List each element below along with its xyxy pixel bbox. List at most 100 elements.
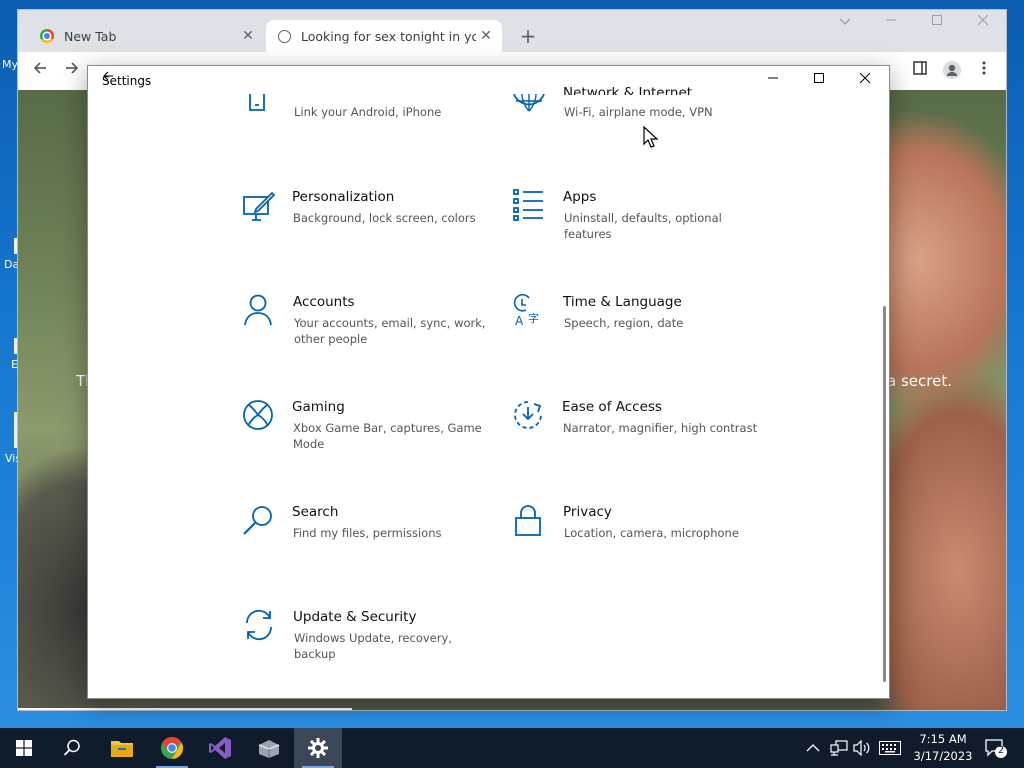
person-icon xyxy=(244,294,272,326)
network-button[interactable] xyxy=(830,728,848,768)
chevron-down-icon xyxy=(839,18,851,25)
tab-search-button[interactable] xyxy=(830,14,860,30)
close-icon xyxy=(977,14,989,26)
taskbar-search-button[interactable] xyxy=(48,728,96,768)
network-icon xyxy=(830,740,848,756)
settings-item-name: Accounts xyxy=(293,294,355,310)
chrome-icon xyxy=(40,29,54,43)
taskbar-file-explorer[interactable] xyxy=(98,728,146,768)
avatar-icon xyxy=(943,61,961,79)
maximize-icon xyxy=(814,73,824,83)
speaker-icon xyxy=(853,740,870,756)
tab-strip: New Tab ✕ Looking for sex tonight in you… xyxy=(18,10,1006,52)
tab-close-button[interactable]: ✕ xyxy=(238,28,258,44)
chevron-up-icon xyxy=(806,744,820,752)
tab-active[interactable]: Looking for sex tonight in your a ✕ xyxy=(266,20,502,52)
chrome-icon xyxy=(161,737,183,759)
personalization-icon xyxy=(243,191,276,221)
settings-item-name: Personalization xyxy=(292,189,395,205)
settings-item-desc: Xbox Game Bar, captures, Game Mode xyxy=(293,421,482,451)
settings-item-desc: Uninstall, defaults, optional features xyxy=(564,211,722,241)
settings-item-desc: Narrator, magnifier, high contrast xyxy=(563,421,758,435)
settings-item-name: Ease of Access xyxy=(562,399,662,415)
settings-scrollbar[interactable] xyxy=(883,306,886,682)
phone-icon xyxy=(249,94,265,111)
time-language-icon: A字 xyxy=(513,294,539,328)
taskbar-visual-studio[interactable] xyxy=(196,728,244,768)
taskbar-app[interactable] xyxy=(245,728,293,768)
clock-date: 3/17/2023 xyxy=(913,749,973,763)
settings-window: Link your Android, iPhone Network & Inte… xyxy=(87,65,890,699)
more-vertical-icon xyxy=(982,61,986,75)
maximize-icon xyxy=(932,15,942,25)
desktop-icon-label: Da xyxy=(4,258,20,271)
back-button[interactable] xyxy=(28,60,52,82)
globe-icon xyxy=(513,94,545,112)
taskbar-clock[interactable]: 7:15 AM 3/17/2023 xyxy=(905,731,981,765)
settings-item-desc: Windows Update, recovery, backup xyxy=(294,631,452,661)
desktop-icon-label: E xyxy=(11,358,18,371)
new-tab-button[interactable]: + xyxy=(516,24,540,48)
close-icon xyxy=(859,72,871,84)
xbox-icon xyxy=(243,400,273,430)
tab-title: Looking for sex tonight in your a xyxy=(301,28,476,44)
settings-item-desc: Find my files, permissions xyxy=(293,526,442,540)
minimize-icon xyxy=(886,19,896,21)
browser-menu-button[interactable] xyxy=(972,60,996,82)
visual-studio-icon xyxy=(209,737,231,759)
browser-close-button[interactable] xyxy=(968,14,998,30)
settings-minimize-button[interactable] xyxy=(753,72,793,92)
settings-item-desc: Link your Android, iPhone xyxy=(294,105,442,119)
tab-new-tab[interactable]: New Tab ✕ xyxy=(28,20,264,52)
action-center-button[interactable]: 2 xyxy=(984,736,1008,760)
settings-item-desc: Location, camera, microphone xyxy=(564,526,739,540)
settings-content: Link your Android, iPhone Network & Inte… xyxy=(88,66,889,698)
settings-item-desc: Your accounts, email, sync, work, other … xyxy=(294,316,486,346)
mouse-cursor-icon xyxy=(643,126,659,148)
volume-button[interactable] xyxy=(853,728,871,768)
profile-button[interactable] xyxy=(940,60,964,82)
settings-item-name: Apps xyxy=(563,189,597,205)
browser-minimize-button[interactable] xyxy=(876,14,906,30)
settings-item-name: Time & Language xyxy=(563,294,682,310)
package-icon xyxy=(258,740,280,758)
settings-item-desc: Background, lock screen, colors xyxy=(293,211,476,225)
settings-item-name: Search xyxy=(292,504,339,520)
svg-text:字: 字 xyxy=(528,311,539,325)
notification-count-badge: 2 xyxy=(997,745,1005,756)
clock-time: 7:15 AM xyxy=(919,732,967,746)
start-button[interactable] xyxy=(0,728,48,768)
keyboard-icon xyxy=(879,741,901,755)
page-text-right: a secret. xyxy=(887,372,952,390)
settings-window-title: Settings xyxy=(102,74,152,88)
taskbar-chrome[interactable] xyxy=(148,728,196,768)
arrow-left-icon xyxy=(33,62,46,74)
update-icon xyxy=(246,609,272,641)
settings-item-name: Gaming xyxy=(292,399,345,415)
settings-maximize-button[interactable] xyxy=(799,72,839,92)
settings-item-desc: Speech, region, date xyxy=(564,316,684,330)
arrow-right-icon xyxy=(66,62,79,74)
settings-close-button[interactable] xyxy=(845,72,885,92)
side-panel-button[interactable] xyxy=(908,60,932,82)
settings-item-name: Update & Security xyxy=(293,609,417,625)
tab-title: New Tab xyxy=(64,28,117,44)
input-indicator-button[interactable] xyxy=(879,728,901,768)
apps-icon xyxy=(513,189,543,221)
taskbar: 7:15 AM 3/17/2023 2 xyxy=(0,728,1024,768)
show-hidden-icons-button[interactable] xyxy=(806,728,820,768)
desktop-icon-label: My xyxy=(2,58,19,71)
search-icon xyxy=(243,506,272,535)
folder-icon xyxy=(111,741,133,757)
ease-of-access-icon xyxy=(514,401,542,429)
side-panel-icon xyxy=(913,61,927,75)
globe-icon xyxy=(278,29,291,43)
settings-item-name: Network & Internet xyxy=(563,85,693,95)
search-icon xyxy=(63,739,80,756)
tab-close-button[interactable]: ✕ xyxy=(476,28,496,44)
browser-maximize-button[interactable] xyxy=(922,14,952,30)
page-load-progress xyxy=(18,708,352,710)
minimize-icon xyxy=(768,77,778,79)
taskbar-settings[interactable] xyxy=(294,728,342,768)
forward-button[interactable] xyxy=(60,60,84,82)
